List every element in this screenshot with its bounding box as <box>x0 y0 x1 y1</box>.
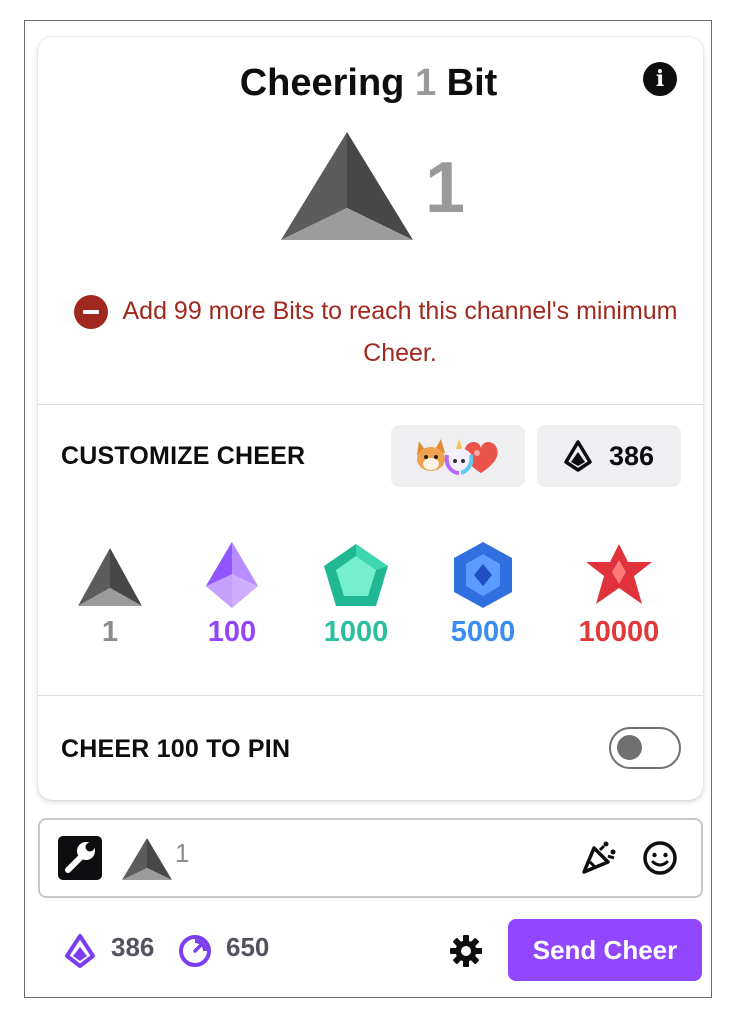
minimum-cheer-warning: Add 99 more Bits to reach this channel's… <box>122 297 678 367</box>
emote-sticker-icon <box>417 439 498 475</box>
tier-label: 1 <box>101 616 119 648</box>
pin-toggle[interactable] <box>609 727 681 769</box>
customize-cheer-label: CUSTOMIZE CHEER <box>61 442 306 470</box>
tier-label: 5000 <box>450 616 516 648</box>
cheer-input-amount: 1 <box>175 838 190 868</box>
channel-points-count: 650 <box>226 932 270 962</box>
wrench-icon[interactable] <box>58 836 102 880</box>
party-popper-icon[interactable] <box>580 838 618 876</box>
bits-icon <box>564 440 592 472</box>
emote-picker-button[interactable] <box>391 425 525 487</box>
gray-bit-icon <box>78 548 142 606</box>
cheer-pin-label: CHEER 100 TO PIN <box>61 735 291 763</box>
bits-balance-amount: 386 <box>609 441 655 471</box>
send-cheer-button[interactable]: Send Cheer <box>508 919 702 981</box>
cheer-title: Cheering 1 Bit <box>0 62 737 105</box>
bits-icon[interactable] <box>64 934 96 968</box>
tier-label: 1000 <box>323 616 389 648</box>
title-suffix: Bit <box>446 62 498 104</box>
title-count: 1 <box>414 62 437 104</box>
info-icon[interactable]: i <box>643 62 677 96</box>
gray-bit-icon <box>122 838 172 880</box>
blue-bit-icon <box>454 542 512 608</box>
divider <box>38 695 703 696</box>
tier-label: 100 <box>207 616 257 648</box>
emoji-smile-icon[interactable] <box>642 840 678 876</box>
channel-points-icon[interactable] <box>177 933 213 969</box>
divider <box>38 404 703 405</box>
minus-circle-icon <box>74 295 108 329</box>
teal-bit-icon <box>324 544 388 606</box>
tier-label: 10000 <box>578 616 660 648</box>
bit-amount: 1 <box>425 148 466 228</box>
gear-icon[interactable] <box>448 933 484 969</box>
bits-balance-button[interactable]: 386 <box>537 425 681 487</box>
red-bit-icon <box>586 544 652 604</box>
bits-count: 386 <box>111 932 155 962</box>
toggle-knob <box>617 735 642 760</box>
title-prefix: Cheering <box>239 62 405 104</box>
gray-bit-icon <box>281 132 413 240</box>
purple-bit-icon <box>206 542 258 608</box>
